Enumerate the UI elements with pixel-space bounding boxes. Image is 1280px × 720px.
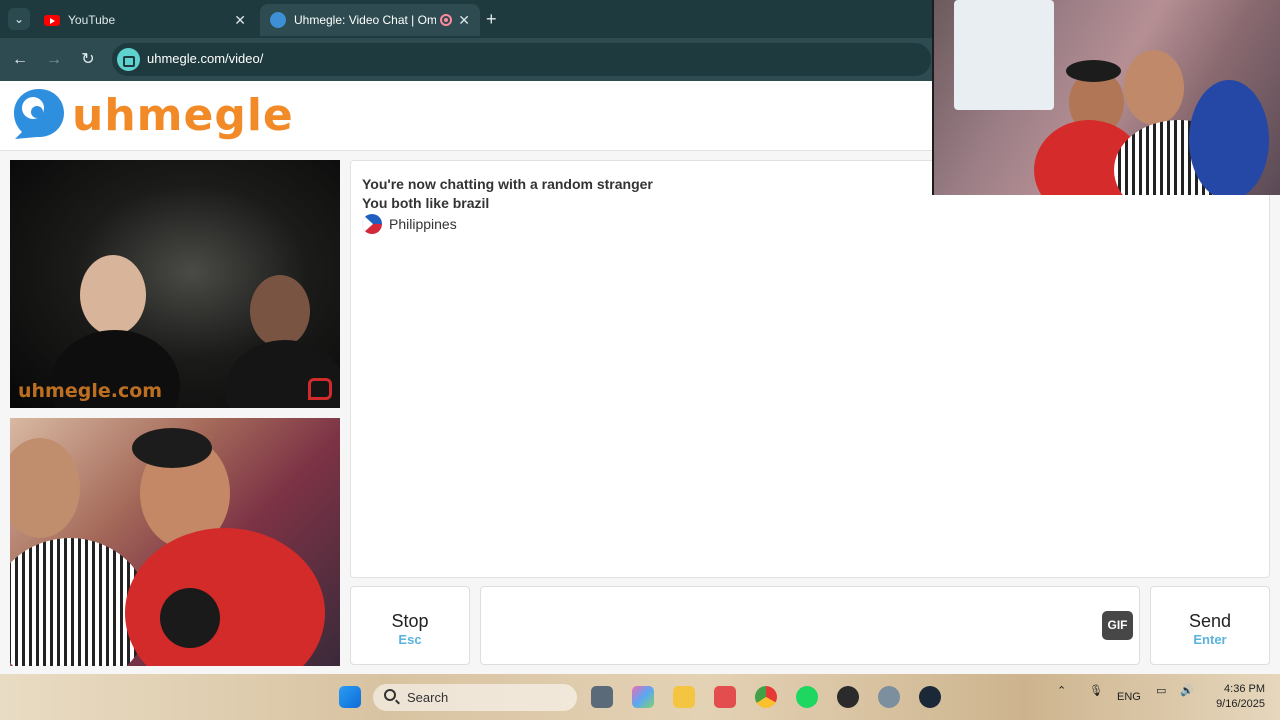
philippines-flag-icon: [362, 214, 382, 234]
taskbar-search[interactable]: Search: [373, 684, 577, 711]
gif-button[interactable]: GIF: [1102, 611, 1133, 640]
send-shortcut: Enter: [1193, 632, 1227, 647]
watermark-logo-icon: [308, 378, 332, 400]
windows-start-icon[interactable]: [339, 686, 361, 708]
address-text: uhmegle.com/video/: [147, 51, 264, 66]
forward-arrow-icon[interactable]: →: [43, 49, 65, 71]
stop-shortcut: Esc: [398, 632, 422, 647]
obs-icon[interactable]: [837, 686, 859, 708]
spotify-icon[interactable]: [796, 686, 818, 708]
microphone-icon[interactable]: 🎙: [1089, 684, 1103, 697]
chrome-profile-icon[interactable]: [878, 686, 900, 708]
close-tab-icon[interactable]: ✕: [458, 12, 470, 29]
volume-icon[interactable]: 🔊: [1180, 684, 1194, 697]
stranger-country: Philippines: [362, 214, 457, 234]
microphone-icon: [160, 588, 220, 648]
task-view-icon[interactable]: [591, 686, 613, 708]
chat-log: You're now chatting with a random strang…: [350, 160, 1270, 578]
tab-label: Uhmegle: Video Chat | Ome: [294, 13, 437, 27]
stop-button[interactable]: Stop Esc: [350, 586, 470, 665]
window: [954, 0, 1054, 110]
stop-label: Stop: [391, 611, 429, 631]
back-arrow-icon[interactable]: ←: [9, 49, 31, 71]
language-indicator[interactable]: ENG: [1117, 691, 1141, 703]
cap: [1066, 60, 1121, 82]
stranger-video: uhmegle.com: [10, 160, 340, 408]
tab-label: YouTube: [68, 13, 116, 27]
site-info-icon[interactable]: [117, 48, 140, 71]
uhmegle-favicon-icon: [270, 12, 286, 28]
clock-date: 9/16/2025: [1216, 698, 1265, 710]
close-tab-icon[interactable]: ✕: [234, 12, 246, 29]
tab-search-chevron-icon[interactable]: ⌄: [8, 8, 30, 30]
taskbar: Search ⌃ 🎙 ENG ▭ 🔊 4:36 PM 9/16/2025: [0, 674, 1280, 720]
new-tab-icon[interactable]: +: [486, 8, 497, 30]
chrome-icon[interactable]: [755, 686, 777, 708]
country-name: Philippines: [389, 216, 457, 232]
self-person: [10, 438, 80, 538]
youtube-icon: [44, 14, 60, 26]
streamer-person: [1124, 50, 1184, 125]
network-icon[interactable]: ▭: [1156, 684, 1166, 697]
chat-common-interest: You both like brazil: [362, 195, 490, 211]
steam-icon[interactable]: [919, 686, 941, 708]
video-watermark: uhmegle.com: [18, 380, 163, 402]
search-label: Search: [407, 690, 449, 705]
message-input[interactable]: GIF: [480, 586, 1140, 665]
file-explorer-icon[interactable]: [673, 686, 695, 708]
cap: [132, 428, 212, 468]
uhmegle-logo-icon[interactable]: [11, 86, 67, 141]
show-hidden-icons-icon[interactable]: ⌃: [1057, 684, 1066, 697]
address-bar[interactable]: uhmegle.com/video/: [112, 43, 931, 76]
gaming-chair: [1189, 80, 1269, 195]
tab-uhmegle[interactable]: Uhmegle: Video Chat | Ome ✕: [260, 4, 480, 36]
send-button[interactable]: Send Enter: [1150, 586, 1270, 665]
reload-icon[interactable]: ↻: [77, 49, 99, 71]
stranger-person: [250, 275, 310, 347]
tab-youtube[interactable]: YouTube ✕: [34, 4, 256, 36]
self-video: [10, 418, 340, 666]
stranger-person: [80, 255, 146, 335]
chat-status-line: You're now chatting with a random strang…: [362, 176, 653, 192]
recording-indicator-icon: [440, 14, 453, 26]
search-icon: [384, 689, 396, 701]
logo-wordmark[interactable]: uhmegle: [72, 90, 294, 141]
copilot-icon[interactable]: [632, 686, 654, 708]
streamer-camera-overlay: [932, 0, 1280, 195]
microsoft-store-icon[interactable]: [714, 686, 736, 708]
clock-time: 4:36 PM: [1224, 683, 1265, 695]
send-label: Send: [1188, 611, 1232, 631]
taskbar-clock[interactable]: 4:36 PM 9/16/2025: [1205, 682, 1265, 712]
self-person-shirt: [125, 528, 325, 666]
